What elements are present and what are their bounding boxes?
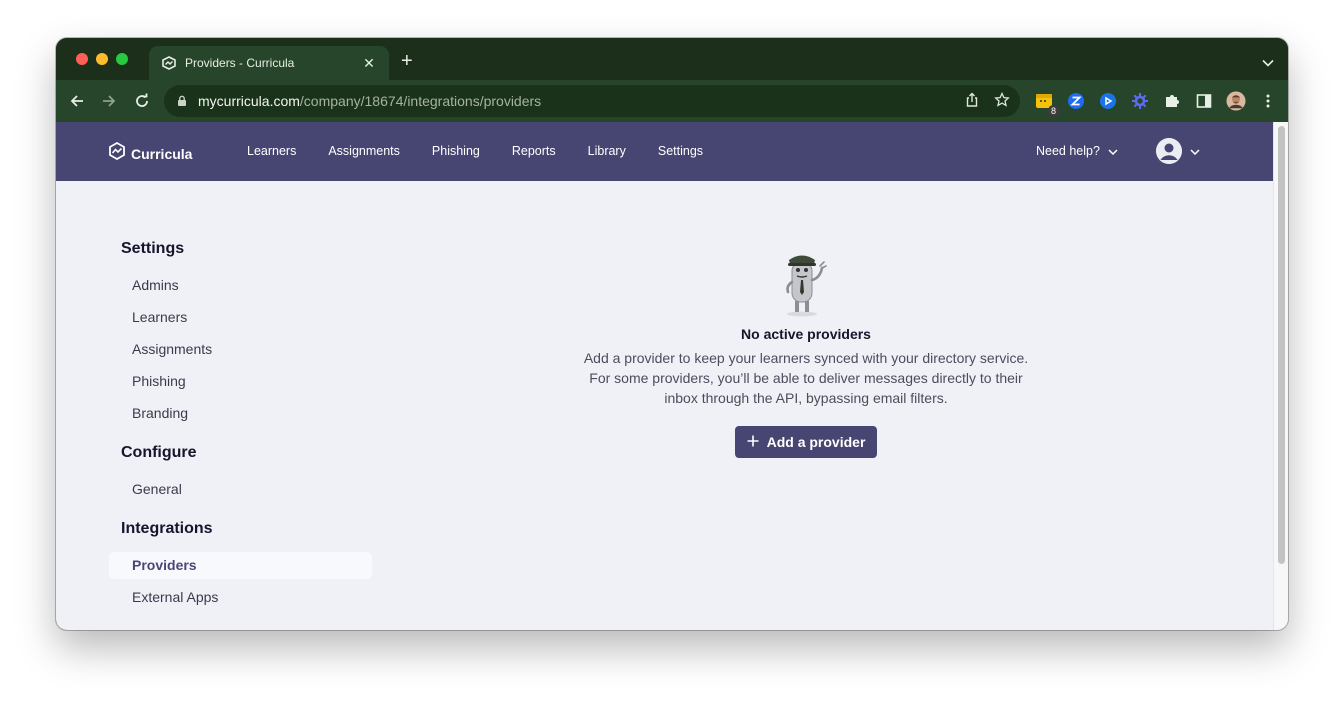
tab-strip: Providers - Curricula ✕ +	[56, 38, 1288, 80]
section-title-settings: Settings	[121, 240, 185, 257]
sidebar-item-branding[interactable]: Branding	[109, 400, 372, 427]
main-nav: Learners Assignments Phishing Reports Li…	[247, 144, 735, 158]
nav-assignments[interactable]: Assignments	[328, 144, 400, 158]
user-menu[interactable]	[1156, 138, 1200, 164]
lock-icon	[176, 94, 188, 108]
url-text: mycurricula.com/company/18674/integratio…	[198, 93, 542, 109]
zoom-extension-icon[interactable]	[1066, 91, 1086, 111]
empty-state-description: Add a provider to keep your learners syn…	[583, 350, 1029, 406]
add-provider-button[interactable]: Add a provider	[735, 426, 877, 458]
brand-logo[interactable]: Curricula	[109, 141, 193, 165]
extension-badge: 8	[1047, 105, 1059, 117]
share-icon[interactable]	[964, 92, 980, 113]
curricula-logo-icon	[109, 141, 125, 165]
nav-library[interactable]: Library	[588, 144, 626, 158]
tab-close-icon[interactable]: ✕	[361, 56, 377, 70]
sidebar-item-general[interactable]: General	[109, 476, 372, 503]
chevron-down-icon	[1190, 142, 1200, 160]
forward-arrow-icon[interactable]	[100, 92, 118, 110]
curricula-favicon-icon	[161, 55, 177, 71]
sidebar-item-admins[interactable]: Admins	[109, 272, 372, 299]
tab-search-chevron-icon[interactable]	[1262, 54, 1274, 72]
cast-extension-icon[interactable]	[1098, 91, 1118, 111]
brand-name: Curricula	[131, 145, 193, 162]
browser-menu-icon[interactable]	[1258, 91, 1278, 111]
user-avatar-icon	[1156, 138, 1182, 164]
sidebar-item-assignments[interactable]: Assignments	[109, 336, 372, 363]
bookmark-star-icon[interactable]	[994, 91, 1010, 113]
tab-title: Providers - Curricula	[185, 56, 295, 70]
sidebar-item-phishing[interactable]: Phishing	[109, 368, 372, 395]
browser-tab[interactable]: Providers - Curricula ✕	[149, 46, 389, 80]
sidebar-item-external-apps[interactable]: External Apps	[109, 584, 372, 611]
section-title-integrations: Integrations	[121, 520, 213, 537]
add-provider-label: Add a provider	[766, 434, 866, 450]
chevron-down-icon	[1108, 144, 1118, 158]
sidebar-item-learners[interactable]: Learners	[109, 304, 372, 331]
empty-state-title: No active providers	[741, 326, 871, 342]
calendar-extension-icon[interactable]: 8	[1034, 91, 1059, 117]
empty-state: No active providers Add a provider to ke…	[576, 248, 1036, 408]
nav-phishing[interactable]: Phishing	[432, 144, 480, 158]
profile-avatar[interactable]	[1226, 91, 1246, 111]
sidebar-item-providers[interactable]: Providers	[109, 552, 372, 579]
puzzle-extensions-icon[interactable]	[1162, 91, 1182, 111]
side-panel-icon[interactable]	[1194, 91, 1214, 111]
gear-extension-icon[interactable]	[1130, 91, 1150, 111]
minimize-window-button[interactable]	[96, 53, 108, 65]
nav-learners[interactable]: Learners	[247, 144, 296, 158]
plus-icon	[747, 434, 759, 450]
close-window-button[interactable]	[76, 53, 88, 65]
page-scrollbar[interactable]	[1273, 122, 1288, 630]
reload-icon[interactable]	[133, 92, 151, 110]
window-controls	[76, 53, 128, 65]
new-tab-button[interactable]: +	[401, 51, 413, 71]
app-navbar: Curricula Learners Assignments Phishing …	[56, 122, 1273, 181]
nav-reports[interactable]: Reports	[512, 144, 556, 158]
browser-toolbar: mycurricula.com/company/18674/integratio…	[56, 80, 1288, 122]
scrollbar-thumb[interactable]	[1278, 126, 1285, 564]
address-bar[interactable]: mycurricula.com/company/18674/integratio…	[164, 85, 1020, 117]
maximize-window-button[interactable]	[116, 53, 128, 65]
section-title-configure: Configure	[121, 444, 197, 461]
need-help-dropdown[interactable]: Need help?	[1036, 144, 1118, 158]
nav-settings[interactable]: Settings	[658, 144, 703, 158]
page-viewport: Curricula Learners Assignments Phishing …	[56, 122, 1288, 630]
back-arrow-icon[interactable]	[68, 92, 86, 110]
browser-window: Providers - Curricula ✕ + mycurricula.co…	[56, 38, 1288, 630]
need-help-label: Need help?	[1036, 144, 1100, 158]
robot-mascot-illustration	[576, 248, 1036, 318]
